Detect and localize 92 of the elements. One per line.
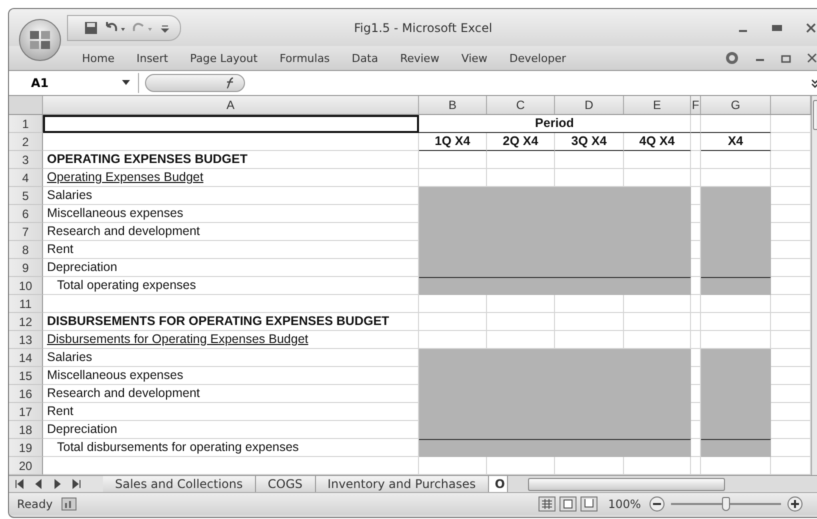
row-label: Rent xyxy=(43,403,419,421)
function-icon[interactable] xyxy=(224,77,236,89)
row-label: Salaries xyxy=(43,349,419,367)
dropdown-icon[interactable] xyxy=(122,80,130,86)
quarter-header: 3Q X4 xyxy=(555,133,624,151)
shaded-cell[interactable] xyxy=(701,187,771,205)
window-title: Fig1.5 - Microsoft Excel xyxy=(354,20,492,34)
ribbon-tab[interactable]: Insert xyxy=(125,48,180,68)
ribbon-tab[interactable]: Developer xyxy=(498,48,577,68)
office-logo-icon xyxy=(29,30,51,50)
row-label: Total operating expenses xyxy=(43,277,419,295)
page-break-view-icon[interactable] xyxy=(580,496,598,512)
row-label: Rent xyxy=(43,241,419,259)
row-header[interactable]: 20 xyxy=(9,457,43,475)
row-label: Disbursements for Operating Expenses Budget xyxy=(43,331,419,349)
page-layout-view-icon[interactable] xyxy=(559,496,578,512)
row-label: Depreciation xyxy=(43,259,419,277)
sheet-nav-icon[interactable] xyxy=(72,479,81,489)
slider-thumb[interactable] xyxy=(722,497,730,511)
sheet-tab[interactable]: Inventory and Purchases xyxy=(316,476,489,492)
ribbon-tab[interactable]: View xyxy=(450,48,498,68)
ribbon-tab[interactable]: Home xyxy=(71,48,126,68)
row-header[interactable]: 13 xyxy=(9,331,43,349)
sheet-tab[interactable]: Sales and Collections xyxy=(103,476,256,492)
period-header: Period xyxy=(419,115,691,133)
row-header[interactable]: 2 xyxy=(9,133,43,151)
zoom-in-icon[interactable] xyxy=(787,496,803,512)
row-header[interactable]: 5 xyxy=(9,187,43,205)
close-icon[interactable] xyxy=(805,22,817,34)
name-box[interactable]: A1 xyxy=(9,73,139,93)
year-header: X4 xyxy=(701,133,771,151)
shaded-cell[interactable] xyxy=(701,259,771,277)
cell-reference: A1 xyxy=(31,76,49,90)
row-label: Depreciation xyxy=(43,421,419,439)
horizontal-scrollbar[interactable] xyxy=(508,477,817,491)
quarter-header: 2Q X4 xyxy=(487,133,555,151)
close-icon[interactable] xyxy=(807,53,817,63)
row-header[interactable]: 10 xyxy=(9,277,43,295)
ribbon-tab[interactable]: Data xyxy=(340,48,390,68)
shaded-cell[interactable] xyxy=(701,421,771,439)
row-header[interactable]: 11 xyxy=(9,295,43,313)
select-all-corner[interactable] xyxy=(9,96,43,114)
shaded-cell[interactable] xyxy=(701,439,771,457)
row-header[interactable]: 3 xyxy=(9,151,43,169)
column-header[interactable]: B xyxy=(419,96,487,114)
save-icon[interactable] xyxy=(84,20,98,34)
row-header[interactable]: 17 xyxy=(9,403,43,421)
row-header[interactable]: 4 xyxy=(9,169,43,187)
row-header[interactable]: 19 xyxy=(9,439,43,457)
row-header[interactable]: 8 xyxy=(9,241,43,259)
row-label: Research and development xyxy=(43,223,419,241)
help-icon[interactable] xyxy=(725,51,739,65)
row-header[interactable]: 14 xyxy=(9,349,43,367)
column-header[interactable]: F xyxy=(691,96,701,114)
row-label: OPERATING EXPENSES BUDGET xyxy=(43,151,419,169)
row-label: Total disbursements for operating expenses xyxy=(43,439,419,457)
row-label: Salaries xyxy=(43,187,419,205)
ribbon-tab[interactable]: Page Layout xyxy=(179,48,269,68)
shaded-cell[interactable] xyxy=(701,349,771,367)
column-header[interactable]: C xyxy=(487,96,555,114)
sheet-tab[interactable]: O xyxy=(488,476,508,492)
row-label: Miscellaneous expenses xyxy=(43,367,419,385)
row-label: Miscellaneous expenses xyxy=(43,205,419,223)
ribbon-tab[interactable]: Formulas xyxy=(268,48,341,68)
column-header[interactable]: E xyxy=(624,96,691,114)
row-header[interactable]: 18 xyxy=(9,421,43,439)
macro-record-icon[interactable] xyxy=(60,497,77,511)
row-label: DISBURSEMENTS FOR OPERATING EXPENSES BUDGET xyxy=(43,313,419,331)
zoom-out-icon[interactable] xyxy=(649,496,665,512)
row-header[interactable]: 16 xyxy=(9,385,43,403)
row-header[interactable]: 15 xyxy=(9,367,43,385)
ribbon-tab[interactable]: Review xyxy=(389,48,450,68)
row-header[interactable]: 12 xyxy=(9,313,43,331)
row-header[interactable]: 9 xyxy=(9,259,43,277)
quarter-header: 4Q X4 xyxy=(624,133,691,151)
restore-icon[interactable] xyxy=(781,53,791,63)
normal-view-icon[interactable] xyxy=(538,496,556,512)
zoom-level: 100% xyxy=(608,497,641,511)
column-header[interactable]: G xyxy=(701,96,771,114)
column-header[interactable]: A xyxy=(43,96,419,114)
sheet-tab[interactable]: COGS xyxy=(256,476,316,492)
shaded-cell[interactable] xyxy=(701,277,771,295)
row-label: Research and development xyxy=(43,385,419,403)
row-header[interactable]: 6 xyxy=(9,205,43,223)
quarter-header: 1Q X4 xyxy=(419,133,487,151)
row-label: Operating Expenses Budget xyxy=(43,169,419,187)
table-cell[interactable] xyxy=(43,115,419,133)
row-header[interactable]: 7 xyxy=(9,223,43,241)
row-header[interactable]: 1 xyxy=(9,115,43,133)
status-text: Ready xyxy=(16,497,54,511)
sheet-nav-icon[interactable] xyxy=(15,479,24,489)
column-header[interactable]: D xyxy=(555,96,624,114)
